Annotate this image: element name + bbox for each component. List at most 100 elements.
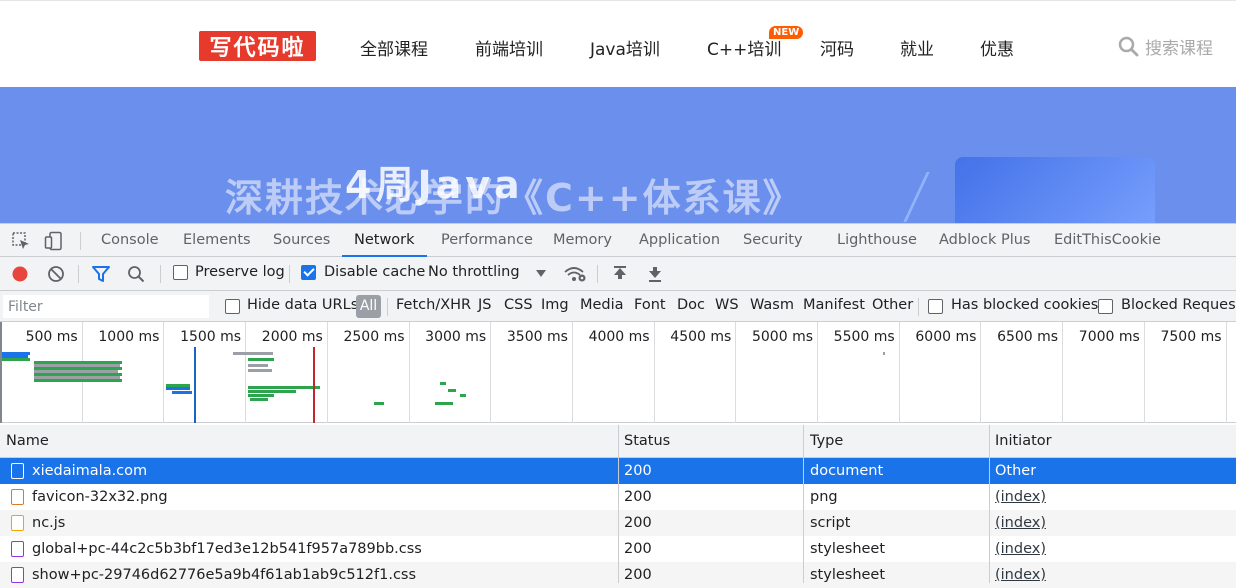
column-header-initiator[interactable]: Initiator bbox=[989, 425, 1052, 458]
filterbar-separator bbox=[918, 298, 919, 316]
network-conditions-button[interactable] bbox=[563, 264, 587, 284]
type-filter-media[interactable]: Media bbox=[580, 297, 624, 313]
request-type: script bbox=[810, 515, 851, 531]
timeline-tick-label: 6500 ms bbox=[997, 329, 1059, 345]
column-divider[interactable] bbox=[803, 425, 804, 583]
hide-data-urls-label[interactable]: Hide data URLs bbox=[247, 297, 358, 313]
nav-item-java[interactable]: Java培训 bbox=[590, 35, 660, 60]
waterfall-bar bbox=[250, 398, 268, 401]
site-search-label: 搜索课程 bbox=[1145, 39, 1213, 59]
type-filter-doc[interactable]: Doc bbox=[677, 297, 705, 313]
request-initiator[interactable]: (index) bbox=[995, 536, 1046, 562]
waterfall-bar bbox=[34, 379, 122, 382]
timeline-tick-label: 5000 ms bbox=[751, 329, 813, 345]
request-initiator[interactable]: (index) bbox=[995, 510, 1046, 536]
tab-security[interactable]: Security bbox=[743, 224, 803, 257]
tab-memory[interactable]: Memory bbox=[553, 224, 612, 257]
throttling-select[interactable]: No throttling bbox=[428, 264, 520, 280]
type-filter-font[interactable]: Font bbox=[634, 297, 666, 313]
column-header-type[interactable]: Type bbox=[804, 425, 843, 458]
hide-data-urls-checkbox[interactable] bbox=[225, 299, 240, 314]
timeline-tick-label: 5500 ms bbox=[833, 329, 895, 345]
timeline-tick-label: 7000 ms bbox=[1078, 329, 1140, 345]
waterfall-bar bbox=[374, 402, 384, 405]
tab-editthiscookie[interactable]: EditThisCookie bbox=[1054, 224, 1161, 257]
blocked-requests-label[interactable]: Blocked Requests bbox=[1121, 297, 1236, 313]
devtools-tabbar: Console Elements Sources Network Perform… bbox=[0, 224, 1236, 257]
filter-input[interactable] bbox=[3, 295, 209, 318]
nav-item-discounts[interactable]: 优惠 bbox=[980, 35, 1014, 60]
request-name: nc.js bbox=[32, 515, 66, 531]
tab-console[interactable]: Console bbox=[101, 224, 159, 257]
blocked-requests-checkbox[interactable] bbox=[1098, 299, 1113, 314]
tab-adblock-plus[interactable]: Adblock Plus bbox=[939, 224, 1030, 257]
has-blocked-cookies-checkbox[interactable] bbox=[928, 299, 943, 314]
column-header-status[interactable]: Status bbox=[618, 425, 670, 458]
disable-cache-label[interactable]: Disable cache bbox=[324, 264, 425, 280]
import-har-button[interactable] bbox=[610, 264, 630, 284]
request-initiator[interactable]: Other bbox=[995, 458, 1036, 484]
nav-item-hema[interactable]: 河码 bbox=[820, 35, 854, 60]
tab-sources[interactable]: Sources bbox=[273, 224, 330, 257]
dropdown-arrow-icon[interactable] bbox=[536, 270, 546, 278]
clear-button[interactable] bbox=[46, 264, 66, 284]
filter-icon bbox=[92, 266, 110, 282]
timeline-tick-label: 4000 ms bbox=[588, 329, 650, 345]
filter-toggle-button[interactable] bbox=[91, 264, 111, 284]
clear-icon bbox=[48, 266, 64, 282]
toolbar-separator bbox=[597, 265, 598, 283]
type-filter-all[interactable]: All bbox=[356, 295, 381, 318]
stylesheet-icon bbox=[11, 567, 24, 583]
new-badge: NEW bbox=[769, 26, 804, 39]
site-search[interactable]: 搜索课程 bbox=[1118, 34, 1213, 59]
search-button[interactable] bbox=[126, 264, 146, 284]
waterfall-bar bbox=[460, 394, 466, 397]
banner-illustration bbox=[955, 157, 1155, 223]
inspect-element-icon[interactable] bbox=[11, 231, 31, 251]
timeline-tick-label: 4500 ms bbox=[670, 329, 732, 345]
hero-banner[interactable]: 4周Java 深耕技术必学的《C++体系课》 bbox=[0, 87, 1236, 223]
stylesheet-icon bbox=[11, 541, 24, 557]
type-filter-css[interactable]: CSS bbox=[504, 297, 533, 313]
column-divider[interactable] bbox=[989, 425, 990, 583]
search-icon bbox=[1118, 36, 1139, 57]
nav-item-jobs[interactable]: 就业 bbox=[900, 35, 934, 60]
waterfall-bar bbox=[248, 390, 296, 393]
has-blocked-cookies-label[interactable]: Has blocked cookies bbox=[951, 297, 1098, 313]
request-initiator[interactable]: (index) bbox=[995, 562, 1046, 588]
disable-cache-checkbox[interactable] bbox=[301, 265, 316, 280]
request-status: 200 bbox=[624, 567, 652, 583]
tab-elements[interactable]: Elements bbox=[183, 224, 251, 257]
tab-application[interactable]: Application bbox=[639, 224, 720, 257]
waterfall-bar bbox=[248, 369, 272, 372]
nav-item-all-courses[interactable]: 全部课程 bbox=[360, 35, 428, 60]
tab-performance[interactable]: Performance bbox=[441, 224, 533, 257]
preserve-log-checkbox[interactable] bbox=[173, 265, 188, 280]
request-initiator[interactable]: (index) bbox=[995, 484, 1046, 510]
export-har-button[interactable] bbox=[645, 264, 665, 284]
request-type: document bbox=[810, 463, 884, 479]
network-overview-timeline[interactable]: 500 ms 1000 ms 1500 ms 2000 ms 2500 ms 3000 m… bbox=[0, 322, 1236, 423]
tab-lighthouse[interactable]: Lighthouse bbox=[837, 224, 917, 257]
timeline-tick-label: 1500 ms bbox=[180, 329, 242, 345]
site-logo[interactable]: 写代码啦 bbox=[199, 31, 316, 61]
tab-network[interactable]: Network bbox=[342, 224, 427, 257]
type-filter-manifest[interactable]: Manifest bbox=[803, 297, 865, 313]
waterfall-bar bbox=[2, 358, 30, 361]
type-filter-ws[interactable]: WS bbox=[715, 297, 739, 313]
column-divider[interactable] bbox=[618, 425, 619, 583]
record-button[interactable] bbox=[10, 264, 30, 284]
type-filter-fetch-xhr[interactable]: Fetch/XHR bbox=[396, 297, 471, 313]
request-type: png bbox=[810, 489, 838, 505]
type-filter-js[interactable]: JS bbox=[478, 297, 491, 313]
dom-content-loaded-marker bbox=[194, 347, 196, 423]
column-header-name[interactable]: Name bbox=[0, 425, 49, 458]
type-filter-other[interactable]: Other bbox=[872, 297, 913, 313]
type-filter-img[interactable]: Img bbox=[541, 297, 569, 313]
timeline-tick-label: 6000 ms bbox=[915, 329, 977, 345]
nav-item-frontend[interactable]: 前端培训 bbox=[475, 35, 543, 60]
device-toolbar-icon[interactable] bbox=[44, 231, 64, 251]
type-filter-wasm[interactable]: Wasm bbox=[750, 297, 794, 313]
preserve-log-label[interactable]: Preserve log bbox=[195, 264, 285, 280]
download-icon bbox=[649, 267, 661, 282]
